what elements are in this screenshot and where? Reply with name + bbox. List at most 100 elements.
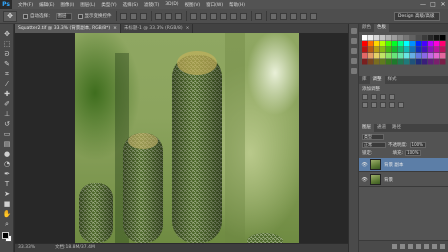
tab-channels[interactable]: 通道 (374, 124, 389, 132)
distribute-top-icon[interactable] (189, 12, 197, 20)
show-transform-checkbox[interactable] (77, 13, 83, 19)
swatch[interactable] (398, 53, 404, 59)
swatch[interactable] (404, 59, 410, 65)
3d-pan-icon[interactable] (289, 12, 297, 20)
swatch[interactable] (410, 41, 416, 47)
new-layer-icon[interactable] (432, 244, 437, 249)
black-white-icon[interactable] (389, 102, 395, 108)
swatch[interactable] (410, 59, 416, 65)
swatch[interactable] (368, 53, 374, 59)
tab-color[interactable]: 颜色 (359, 24, 374, 32)
close-button[interactable]: ✕ (438, 0, 448, 9)
swatch[interactable] (410, 47, 416, 53)
gradient-tool-icon[interactable]: ▤ (2, 140, 12, 149)
zoom-level[interactable]: 33.33% (18, 244, 35, 252)
maximize-button[interactable]: □ (428, 0, 438, 9)
quick-select-tool-icon[interactable]: ✎ (2, 60, 12, 69)
document-tab[interactable]: Squatter2.tif @ 33.3% (背景副本, RGB/8*) × (15, 24, 121, 33)
swatch[interactable] (428, 59, 434, 65)
swatch[interactable] (362, 59, 368, 65)
visibility-eye-icon[interactable]: 👁 (361, 177, 368, 183)
swatch[interactable] (440, 53, 446, 59)
3d-rotate-icon[interactable] (279, 12, 287, 20)
swatch[interactable] (386, 53, 392, 59)
rectangle-tool-icon[interactable]: ■ (2, 200, 12, 209)
swatch[interactable] (374, 53, 380, 59)
menu-window[interactable]: 窗口(W) (206, 2, 223, 8)
menu-view[interactable]: 视图(V) (185, 2, 201, 8)
menu-type[interactable]: 类型(Y) (101, 2, 116, 8)
zoom-tool-icon[interactable]: ⌕ (2, 220, 12, 229)
new-adjustment-icon[interactable] (416, 244, 421, 249)
path-selection-tool-icon[interactable]: ➤ (2, 190, 12, 199)
swatch[interactable] (380, 53, 386, 59)
eraser-tool-icon[interactable]: ▭ (2, 130, 12, 139)
swatch[interactable] (428, 47, 434, 53)
document-image[interactable] (75, 33, 299, 243)
swatch[interactable] (398, 59, 404, 65)
type-tool-icon[interactable]: T (2, 180, 12, 189)
blend-mode-dropdown[interactable]: 正常 (362, 142, 386, 148)
photo-filter-icon[interactable] (398, 102, 404, 108)
swatch[interactable] (362, 35, 368, 41)
swatch[interactable] (386, 41, 392, 47)
swatch[interactable] (416, 59, 422, 65)
align-center-icon[interactable] (164, 12, 172, 20)
tab-paths[interactable]: 路径 (389, 124, 404, 132)
swatch[interactable] (368, 41, 374, 47)
hand-tool-icon[interactable]: ✋ (2, 210, 12, 219)
swatch[interactable] (386, 47, 392, 53)
menu-select[interactable]: 选择(S) (123, 2, 138, 8)
document-tab[interactable]: 未标题-1 @ 33.3% (RGB/8) × (121, 24, 194, 33)
swatch[interactable] (422, 59, 428, 65)
character-panel-icon[interactable] (351, 48, 357, 54)
menu-help[interactable]: 帮助(H) (229, 2, 245, 8)
vibrance-icon[interactable] (362, 102, 368, 108)
swatch[interactable] (386, 59, 392, 65)
swatch[interactable] (440, 47, 446, 53)
swatch[interactable] (392, 35, 398, 41)
swatch[interactable] (434, 35, 440, 41)
swatch[interactable] (428, 41, 434, 47)
marquee-tool-icon[interactable]: ⬚ (2, 40, 12, 49)
swatch[interactable] (422, 47, 428, 53)
add-mask-icon[interactable] (408, 244, 413, 249)
layer-style-icon[interactable] (400, 244, 405, 249)
workspace-dropdown[interactable]: Design 高级/高级 (394, 12, 440, 21)
swatch[interactable] (428, 53, 434, 59)
swatch[interactable] (422, 35, 428, 41)
swatch[interactable] (440, 35, 446, 41)
history-panel-icon[interactable] (351, 28, 357, 34)
swatch[interactable] (398, 41, 404, 47)
swatch[interactable] (386, 35, 392, 41)
swatch[interactable] (374, 59, 380, 65)
swatch[interactable] (404, 41, 410, 47)
swatch[interactable] (368, 59, 374, 65)
swatch[interactable] (434, 59, 440, 65)
auto-select-checkbox[interactable] (23, 13, 28, 19)
eyedropper-tool-icon[interactable]: ⁄ (2, 80, 12, 89)
distribute-right-icon[interactable] (239, 12, 247, 20)
swatch[interactable] (434, 41, 440, 47)
exposure-icon[interactable] (389, 94, 395, 100)
healing-brush-tool-icon[interactable]: ✚ (2, 90, 12, 99)
new-group-icon[interactable] (424, 244, 429, 249)
move-tool-icon[interactable]: ✥ (2, 30, 12, 39)
swatch[interactable] (416, 53, 422, 59)
menu-image[interactable]: 图像(I) (60, 2, 74, 8)
swatch[interactable] (368, 35, 374, 41)
link-layers-icon[interactable] (392, 244, 397, 249)
menu-filter[interactable]: 滤镜(T) (144, 2, 159, 8)
brush-panel-icon[interactable] (351, 68, 357, 74)
swatch[interactable] (428, 35, 434, 41)
swatch[interactable] (398, 35, 404, 41)
3d-slide-icon[interactable] (299, 12, 307, 20)
canvas-area[interactable] (15, 33, 348, 243)
brightness-icon[interactable] (362, 94, 368, 100)
3d-mode-icon[interactable] (269, 12, 277, 20)
swatch[interactable] (440, 41, 446, 47)
swatch[interactable] (404, 35, 410, 41)
auto-align-icon[interactable] (254, 12, 262, 20)
swatch[interactable] (422, 53, 428, 59)
swatch[interactable] (422, 41, 428, 47)
